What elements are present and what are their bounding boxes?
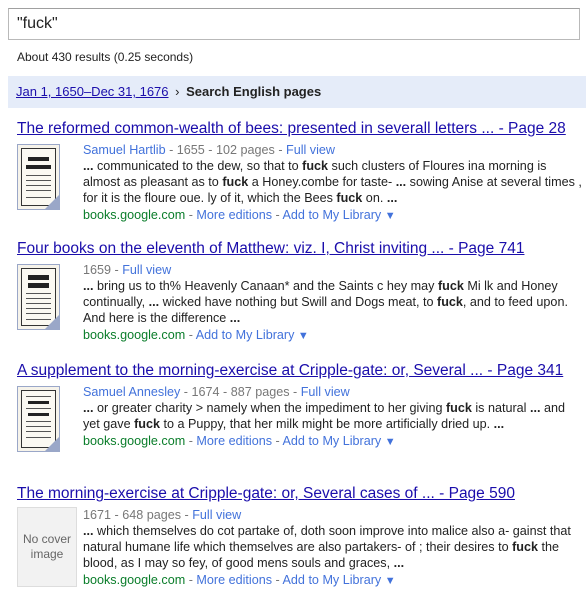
result-url: books.google.com [83,573,186,587]
dropdown-triangle-icon: ▼ [384,210,396,222]
add-to-library-link[interactable]: Add to My Library ▼ [283,573,396,587]
more-editions-link[interactable]: More editions [196,208,272,222]
author-link[interactable]: Samuel Hartlib [83,143,166,157]
full-view-link[interactable]: Full view [192,508,241,522]
page-curl-icon [45,195,59,209]
dropdown-triangle-icon: ▼ [384,575,396,587]
result-title-link[interactable]: The reformed common-wealth of bees: pres… [17,120,582,138]
full-view-link[interactable]: Full view [301,385,350,399]
full-view-link[interactable]: Full view [286,143,335,157]
add-to-library-link[interactable]: Add to My Library ▼ [283,208,396,222]
result-snippet: ... or greater charity > namely when the… [83,401,565,431]
result-url: books.google.com [83,434,186,448]
result-meta: 1671 - 648 pages - [83,508,193,522]
more-editions-link[interactable]: More editions [196,434,272,448]
result-meta: - 1655 - 102 pages - [165,143,287,157]
results-stats: About 430 results (0.25 seconds) [17,50,194,64]
result-url: books.google.com [83,328,186,342]
result-url: books.google.com [83,208,186,222]
search-result: The morning-exercise at Cripple-gate: or… [17,485,582,587]
result-snippet: ... which themselves do cot partake of, … [83,524,571,570]
add-to-library-link[interactable]: Add to My Library ▼ [196,328,309,342]
dropdown-triangle-icon: ▼ [384,436,396,448]
result-title-link[interactable]: A supplement to the morning-exercise at … [17,362,582,380]
author-link[interactable]: Samuel Annesley [83,385,180,399]
search-scope-label: Search English pages [186,84,322,99]
book-cover-thumbnail[interactable] [17,144,60,210]
result-snippet: ... communicated to the dew, so that to … [83,159,582,205]
no-cover-image[interactable]: No cover image [17,507,77,587]
result-snippet: ... bring us to th% Heavenly Canaan* and… [83,279,568,325]
search-input[interactable] [9,9,579,39]
more-editions-link[interactable]: More editions [196,573,272,587]
breadcrumb-separator: › [175,84,180,99]
search-result: The reformed common-wealth of bees: pres… [17,120,582,222]
search-result: Four books on the eleventh of Matthew: v… [17,240,582,342]
result-meta: 1659 - [83,263,123,277]
search-box[interactable] [8,8,580,40]
result-meta: - 1674 - 887 pages - [180,385,301,399]
result-title-link[interactable]: Four books on the eleventh of Matthew: v… [17,240,582,258]
add-to-library-link[interactable]: Add to My Library ▼ [283,434,396,448]
search-result: A supplement to the morning-exercise at … [17,362,582,464]
book-cover-thumbnail[interactable] [17,386,60,452]
book-cover-thumbnail[interactable] [17,264,60,330]
page-curl-icon [45,315,59,329]
dropdown-triangle-icon: ▼ [297,330,309,342]
result-title-link[interactable]: The morning-exercise at Cripple-gate: or… [17,485,582,503]
date-range-link[interactable]: Jan 1, 1650–Dec 31, 1676 [16,84,169,99]
page-curl-icon [45,437,59,451]
filter-bar: Jan 1, 1650–Dec 31, 1676 › Search Englis… [8,76,586,108]
full-view-link[interactable]: Full view [122,263,171,277]
